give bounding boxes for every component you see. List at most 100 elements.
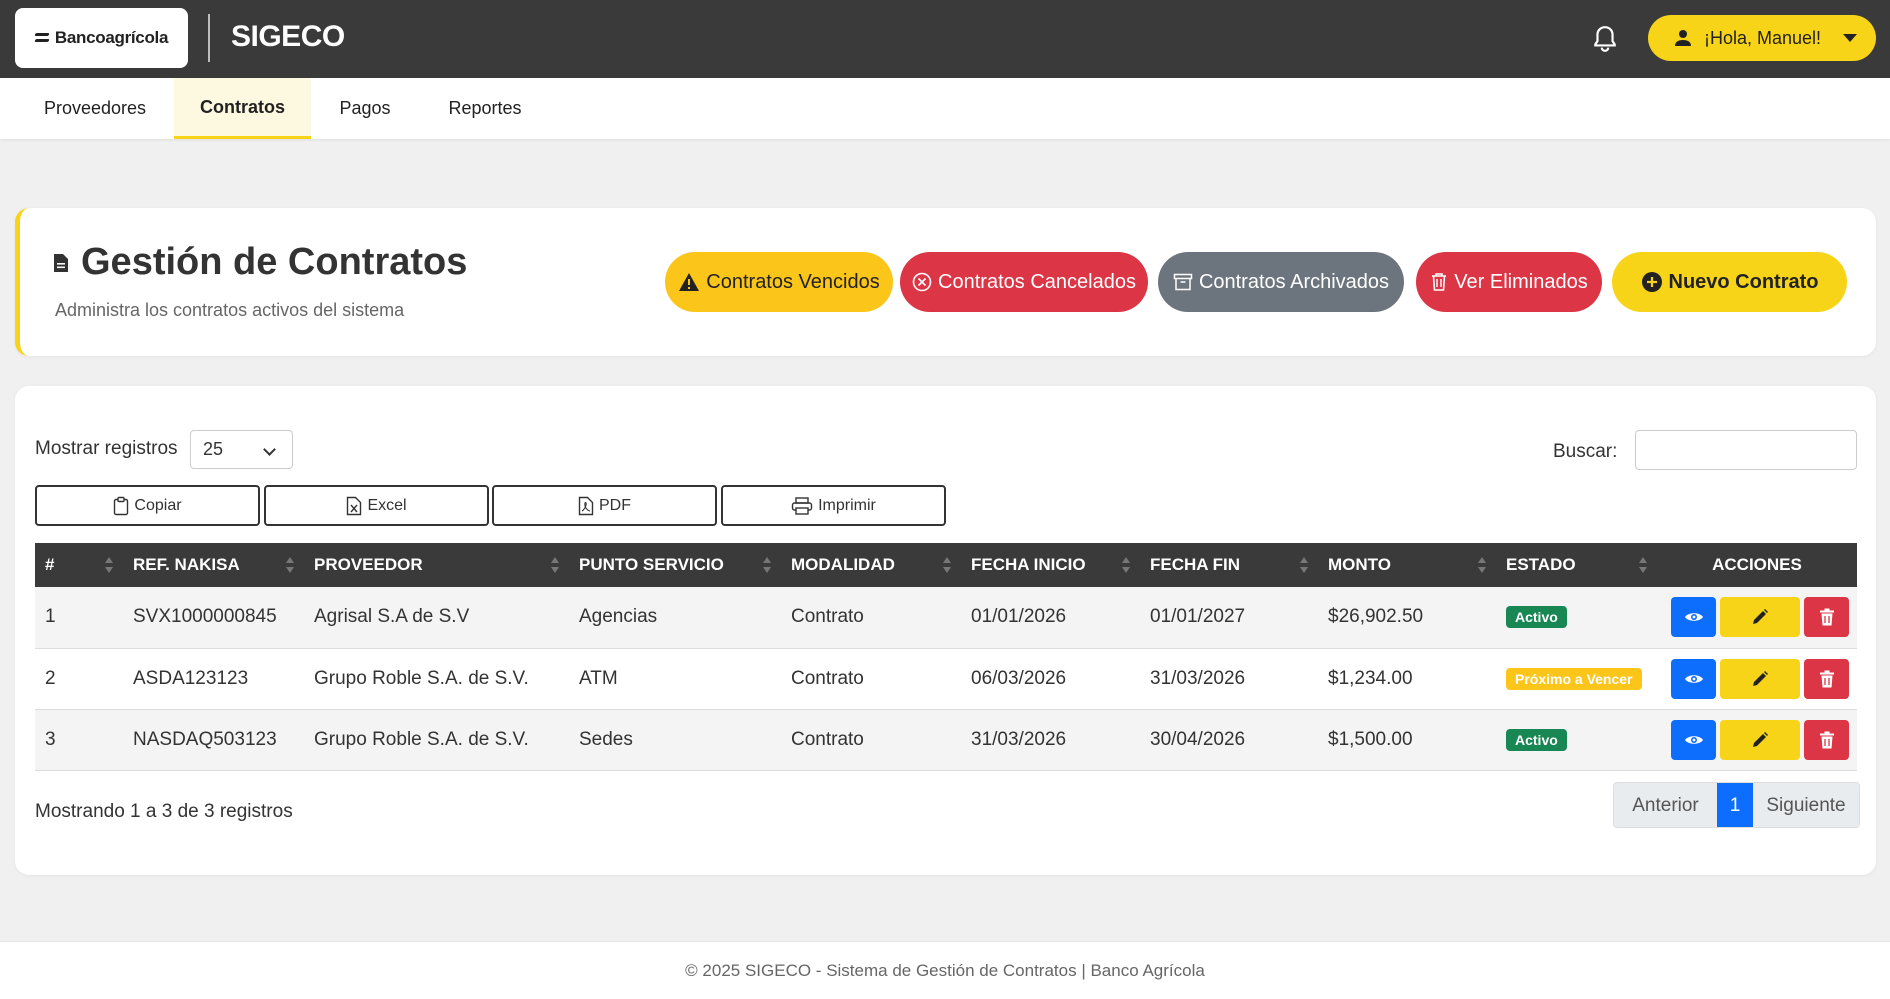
- sort-icon: [943, 557, 951, 573]
- button-label: Excel: [367, 496, 407, 514]
- tab-contratos[interactable]: Contratos: [174, 78, 311, 139]
- col-header-acciones: ACCIONES: [1657, 543, 1857, 587]
- col-header-punto-servicio[interactable]: PUNTO SERVICIO: [569, 543, 781, 587]
- bell-icon[interactable]: [1592, 25, 1618, 53]
- estado-cell: Activo: [1496, 587, 1657, 648]
- trash-icon: [1432, 273, 1447, 291]
- tab-label: Pagos: [339, 98, 391, 118]
- user-menu-button[interactable]: ¡Hola, Manuel!: [1648, 15, 1876, 61]
- copy-button[interactable]: Copiar: [35, 485, 260, 526]
- eye-icon: [1684, 735, 1703, 744]
- modalidad-cell: Contrato: [791, 728, 864, 750]
- col-header-fecha-fin[interactable]: FECHA FIN: [1140, 543, 1318, 587]
- pagination: Anterior 1 Siguiente: [1613, 782, 1860, 828]
- tab-label: Proveedores: [43, 98, 147, 118]
- view-button[interactable]: [1671, 719, 1716, 760]
- x-circle-icon: [912, 272, 932, 292]
- header-label: FECHA INICIO: [971, 555, 1086, 574]
- main-nav: Proveedores Contratos Pagos Reportes: [0, 78, 1890, 139]
- edit-button[interactable]: [1720, 597, 1800, 638]
- pagination-next[interactable]: Siguiente: [1753, 783, 1859, 827]
- view-deleted-button[interactable]: Ver Eliminados: [1416, 252, 1602, 312]
- col-header-monto[interactable]: MONTO: [1318, 543, 1496, 587]
- archived-contracts-button[interactable]: Contratos Archivados: [1158, 252, 1404, 312]
- button-label: Contratos Cancelados: [938, 270, 1136, 293]
- view-button[interactable]: [1671, 597, 1716, 638]
- pdf-button[interactable]: PDF: [492, 485, 717, 526]
- length-select[interactable]: 25: [190, 430, 293, 469]
- header-label: PUNTO SERVICIO: [579, 555, 724, 574]
- contracts-table-card: Mostrar registros 25 Buscar: Copiar Exce…: [15, 386, 1876, 875]
- pencil-icon: [1753, 731, 1768, 747]
- pagination-page-1[interactable]: 1: [1717, 783, 1753, 827]
- delete-button[interactable]: [1804, 597, 1849, 638]
- search-input[interactable]: [1635, 430, 1857, 470]
- new-contract-button[interactable]: Nuevo Contrato: [1612, 252, 1847, 312]
- col-header-ref[interactable]: REF. NAKISA: [123, 543, 304, 587]
- user-greeting: ¡Hola, Manuel!: [1704, 27, 1822, 48]
- sort-icon: [1300, 557, 1308, 573]
- page-header-card: Gestión de Contratos Administra los cont…: [15, 208, 1876, 356]
- estado-cell: Activo: [1496, 709, 1657, 770]
- warning-icon: [679, 273, 700, 291]
- search-label: Buscar:: [1553, 441, 1618, 462]
- tab-pagos[interactable]: Pagos: [320, 78, 410, 139]
- col-header-proveedor[interactable]: PROVEEDOR: [304, 543, 569, 587]
- fecha-inicio-cell: 01/01/2026: [971, 606, 1067, 628]
- tab-proveedores[interactable]: Proveedores: [20, 78, 170, 139]
- view-button[interactable]: [1671, 658, 1716, 699]
- sort-icon: [286, 557, 294, 573]
- sort-icon: [1639, 557, 1647, 573]
- cancelled-contracts-button[interactable]: Contratos Cancelados: [900, 252, 1148, 312]
- edit-button[interactable]: [1720, 719, 1800, 760]
- estado-cell: Próximo a Vencer: [1496, 648, 1657, 709]
- row-number: 1: [45, 606, 56, 628]
- monto-cell: $1,500.00: [1328, 728, 1413, 750]
- col-header-number[interactable]: #: [35, 543, 123, 587]
- header-label: MONTO: [1328, 555, 1391, 574]
- status-badge: Activo: [1506, 606, 1567, 629]
- table-row: 2 ASDA123123 Grupo Roble S.A. de S.V. ATM Co…: [35, 648, 1857, 709]
- excel-button[interactable]: Excel: [264, 485, 489, 526]
- logo-divider: [208, 14, 210, 62]
- delete-button[interactable]: [1804, 658, 1849, 699]
- col-header-estado[interactable]: ESTADO: [1496, 543, 1657, 587]
- table-info: Mostrando 1 a 3 de 3 registros: [35, 801, 293, 822]
- button-label: Ver Eliminados: [1454, 270, 1588, 293]
- col-header-modalidad[interactable]: MODALIDAD: [781, 543, 961, 587]
- row-number: 3: [45, 728, 56, 750]
- document-icon: [54, 253, 68, 272]
- header-label: REF. NAKISA: [133, 555, 240, 574]
- header-label: MODALIDAD: [791, 555, 895, 574]
- eye-icon: [1684, 674, 1703, 683]
- tab-reportes[interactable]: Reportes: [435, 78, 535, 139]
- header-label: ESTADO: [1506, 555, 1576, 574]
- expired-contracts-button[interactable]: Contratos Vencidos: [665, 252, 893, 312]
- status-badge: Próximo a Vencer: [1506, 667, 1642, 690]
- proveedor-cell: Agrisal S.A de S.V: [314, 606, 470, 628]
- proveedor-cell: Grupo Roble S.A. de S.V.: [314, 728, 529, 750]
- print-button[interactable]: Imprimir: [721, 485, 946, 526]
- tab-label: Reportes: [448, 98, 522, 118]
- monto-cell: $26,902.50: [1328, 606, 1424, 628]
- brand-logo[interactable]: Bancoagrícola: [15, 8, 188, 68]
- pencil-icon: [1753, 670, 1768, 686]
- delete-button[interactable]: [1804, 719, 1849, 760]
- button-label: PDF: [599, 496, 631, 514]
- sort-icon: [1478, 557, 1486, 573]
- edit-button[interactable]: [1720, 658, 1800, 699]
- ref-nakisa-cell: NASDAQ503123: [133, 728, 277, 750]
- page-title: Gestión de Contratos: [53, 241, 467, 284]
- acciones-cell: [1657, 709, 1857, 770]
- tab-label: Contratos: [200, 96, 285, 117]
- monto-cell: $1,234.00: [1328, 667, 1413, 689]
- pdf-file-icon: [578, 496, 594, 515]
- pagination-previous[interactable]: Anterior: [1614, 783, 1717, 827]
- header-label: #: [45, 555, 55, 574]
- col-header-fecha-inicio[interactable]: FECHA INICIO: [961, 543, 1140, 587]
- chevron-down-icon: [1843, 34, 1858, 42]
- punto-servicio-cell: ATM: [579, 667, 618, 689]
- ref-nakisa-cell: SVX1000000845: [133, 606, 277, 628]
- contracts-table: # REF. NAKISA PROVEEDOR PUNTO SERVICIO M…: [35, 543, 1857, 771]
- punto-servicio-cell: Sedes: [579, 728, 633, 750]
